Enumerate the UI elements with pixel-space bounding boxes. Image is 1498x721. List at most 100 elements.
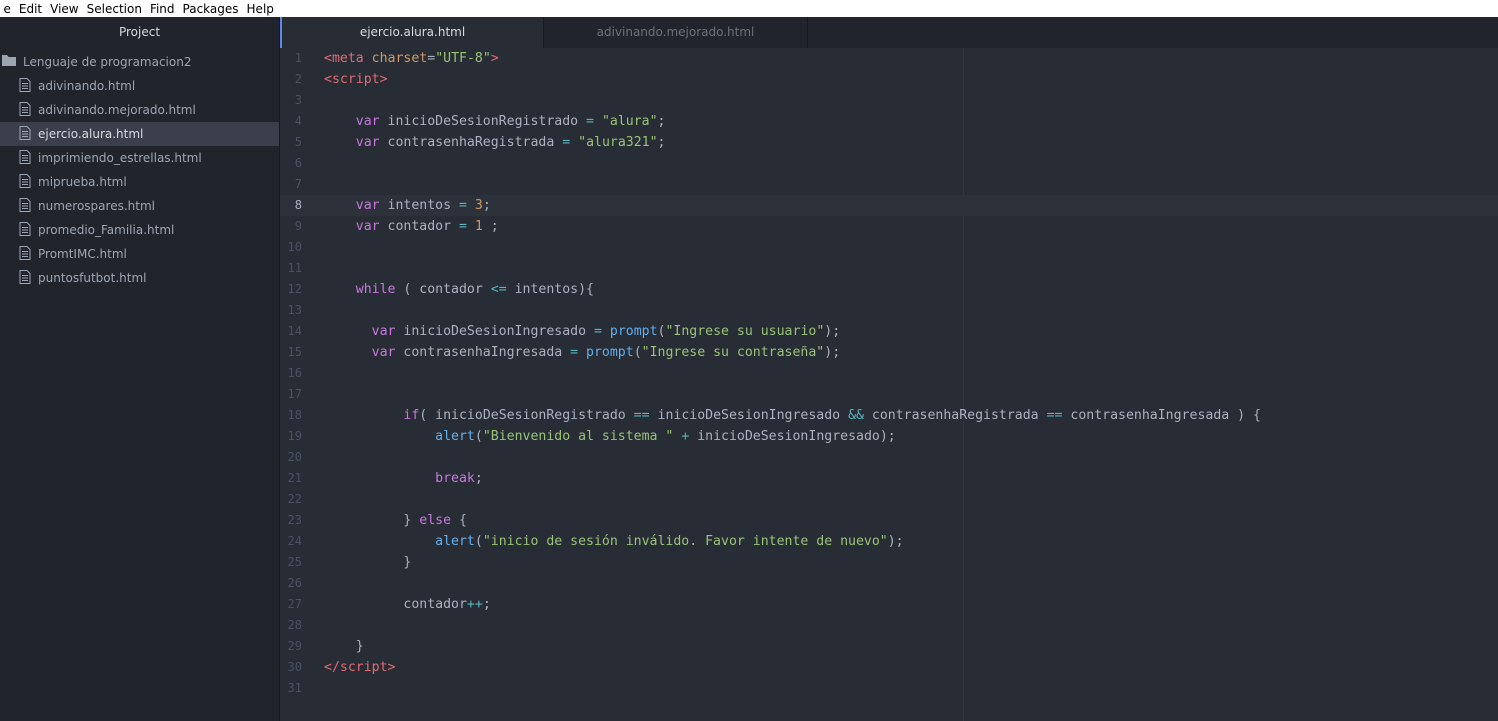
code-line: 31 [280,678,1498,699]
token-op: = [593,324,602,339]
file-label: adivinando.html [38,79,136,93]
line-number[interactable]: 26 [280,573,302,594]
folder-icon [2,55,16,69]
token-tag: > [490,51,499,66]
code-text: if( inicioDeSesionRegistrado == inicioDe… [324,405,1261,426]
line-number[interactable]: 19 [280,426,302,447]
token-str: "Bienvenido al sistema " [482,429,674,444]
line-number[interactable]: 5 [280,132,302,153]
line-number[interactable]: 9 [280,216,302,237]
file-item[interactable]: promedio_Familia.html [0,218,279,242]
code-line: 25 } [280,552,1498,573]
file-item[interactable]: ejercio.alura.html [0,122,279,146]
line-number[interactable]: 14 [280,321,302,342]
file-item[interactable]: adivinando.html [0,74,279,98]
file-icon [19,221,31,239]
menu-packages[interactable]: Packages [179,2,242,16]
line-number[interactable]: 20 [280,447,302,468]
code-text: } else { [324,510,467,531]
line-number[interactable]: 24 [280,531,302,552]
code-line: 23 } else { [280,510,1498,531]
line-number[interactable]: 29 [280,636,302,657]
code-line: 3 [280,90,1498,111]
project-folder[interactable]: Lenguaje de programacion2 [0,50,279,74]
line-number[interactable]: 30 [280,657,302,678]
code-line: 12 while ( contador <= intentos){ [280,279,1498,300]
file-icon [19,173,31,191]
menu-selection[interactable]: Selection [83,2,145,16]
token-txt: ); [824,345,841,360]
token-txt: } [324,639,364,654]
tab-ejercio-alura-html[interactable]: ejercio.alura.html [280,17,544,48]
token-txt: contador [379,219,459,234]
menu-find[interactable]: Find [146,2,178,16]
line-number[interactable]: 31 [280,678,302,699]
token-fn: alert [435,429,475,444]
line-number[interactable]: 11 [280,258,302,279]
code-line: 7 [280,174,1498,195]
code-line: 8 var intentos = 3; [280,195,1498,216]
token-kw: var [371,324,396,339]
line-number[interactable]: 21 [280,468,302,489]
line-number[interactable]: 15 [280,342,302,363]
token-txt: ; [482,219,499,234]
code-editor[interactable]: 1 <meta charset="UTF-8"> 2 <script> 3 4 var i… [280,48,1498,721]
line-number[interactable]: 16 [280,363,302,384]
file-label: puntosfutbot.html [38,271,147,285]
token-txt: intentos [379,198,459,213]
file-item[interactable]: miprueba.html [0,170,279,194]
token-str: "inicio de sesión inválido. Favor intent… [482,534,888,549]
code-line: 4 var inicioDeSesionRegistrado = "alura"… [280,111,1498,132]
code-text: alert("inicio de sesión inválido. Favor … [324,531,903,552]
file-label: ejercio.alura.html [38,127,144,141]
code-line: 26 [280,573,1498,594]
folder-label: Lenguaje de programacion2 [23,55,192,69]
line-number[interactable]: 3 [280,90,302,111]
token-txt: ); [824,324,841,339]
line-number[interactable]: 6 [280,153,302,174]
line-number[interactable]: 10 [280,237,302,258]
menu-help[interactable]: Help [243,2,277,16]
line-number[interactable]: 13 [280,300,302,321]
menu-edit[interactable]: Edit [15,2,45,16]
line-number[interactable]: 23 [280,510,302,531]
line-number[interactable]: 17 [280,384,302,405]
token-kw: var [371,345,396,360]
line-number[interactable]: 25 [280,552,302,573]
menu-view[interactable]: View [47,2,82,16]
tab-adivinando-mejorado-html[interactable]: adivinando.mejorado.html [544,17,808,48]
file-item[interactable]: puntosfutbot.html [0,266,279,290]
file-item[interactable]: imprimiendo_estrellas.html [0,146,279,170]
line-number[interactable]: 18 [280,405,302,426]
token-str: "Ingrese su usuario" [665,324,825,339]
line-number[interactable]: 2 [280,69,302,90]
line-number[interactable]: 22 [280,489,302,510]
line-number[interactable]: 7 [280,174,302,195]
code-line: 18 if( inicioDeSesionRegistrado == inici… [280,405,1498,426]
token-kw: else [419,513,452,528]
file-item[interactable]: adivinando.mejorado.html [0,98,279,122]
line-number[interactable]: 28 [280,615,302,636]
line-number[interactable]: 4 [280,111,302,132]
token-str: "alura" [601,114,658,129]
token-txt: ; [657,114,666,129]
line-number[interactable]: 27 [280,594,302,615]
line-number[interactable]: 12 [280,279,302,300]
line-number[interactable]: 1 [280,48,302,69]
file-item[interactable]: numerospares.html [0,194,279,218]
code-text: break; [324,468,483,489]
menu-e[interactable]: e [0,2,14,16]
line-number[interactable]: 8 [280,195,302,216]
project-sidebar: Project Lenguaje de programacion2 adivin… [0,17,280,721]
file-icon [19,197,31,215]
token-str: "alura321" [578,135,658,150]
code-line: 30 </script> [280,657,1498,678]
code-text: } [324,552,411,573]
code-line: 1 <meta charset="UTF-8"> [280,48,1498,69]
file-label: PromtIMC.html [38,247,127,261]
token-tag: </script> [324,660,396,675]
file-item[interactable]: PromtIMC.html [0,242,279,266]
